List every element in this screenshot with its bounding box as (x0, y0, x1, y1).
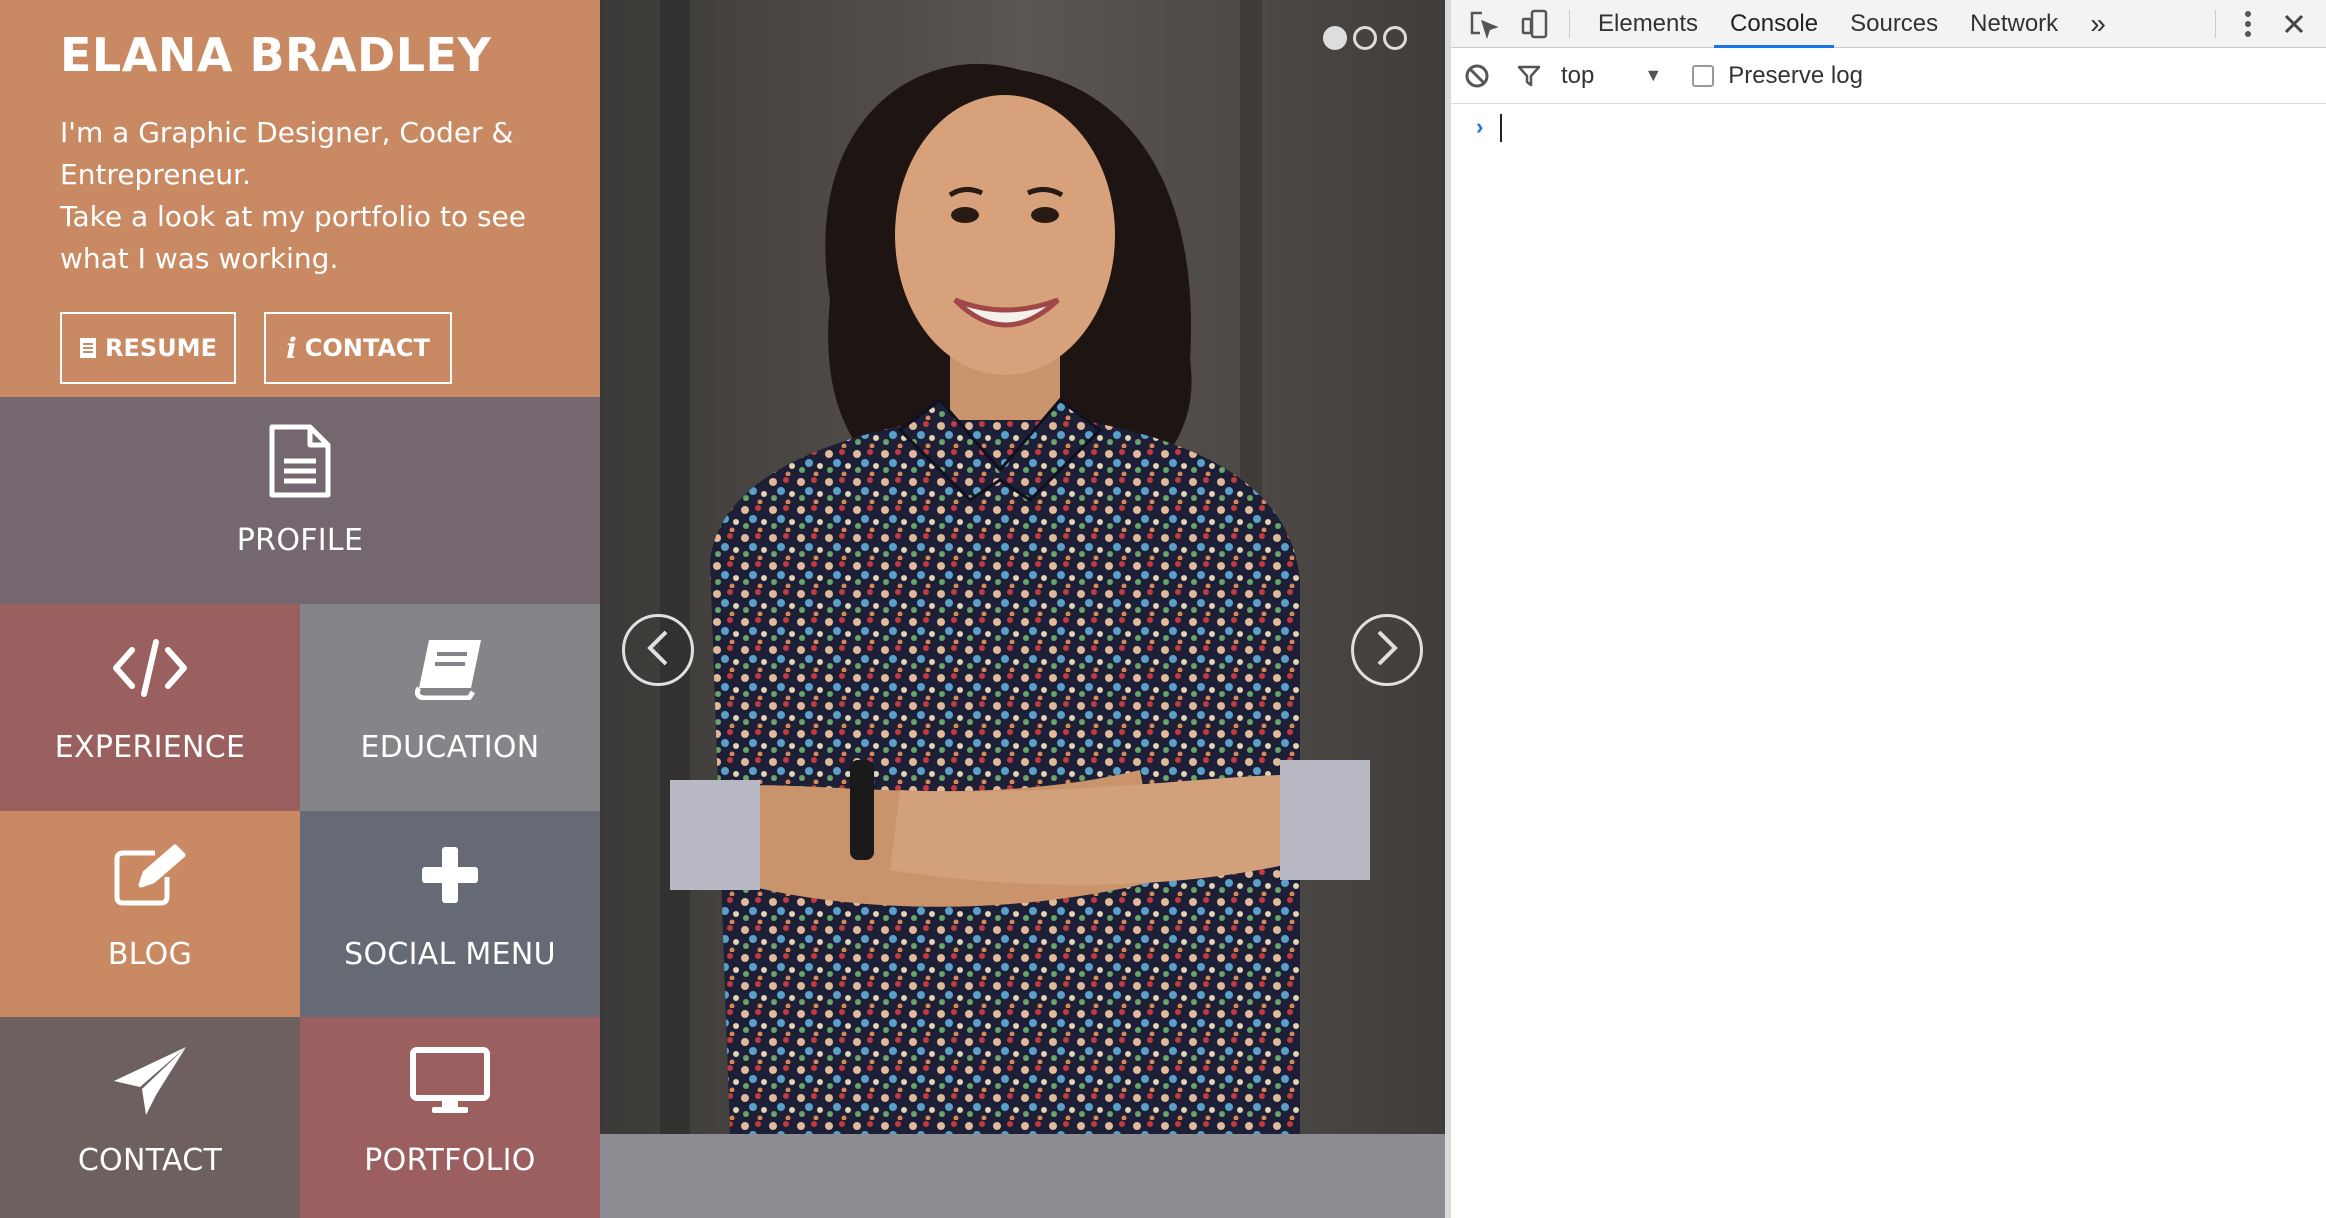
monitor-icon (410, 1039, 490, 1123)
tab-network[interactable]: Network (1954, 0, 2074, 48)
slider-next-button[interactable] (1351, 614, 1423, 686)
kebab-menu-icon[interactable] (2228, 0, 2268, 48)
context-selector[interactable]: top ▼ (1561, 62, 1662, 90)
more-tabs-button[interactable]: » (2074, 0, 2122, 48)
tab-console[interactable]: Console (1714, 0, 1835, 48)
filter-icon[interactable] (1503, 52, 1555, 100)
profile-intro: I'm a Graphic Designer, Coder & Entrepre… (60, 112, 580, 280)
intro-line-2: Take a look at my portfolio to see what … (60, 200, 526, 275)
plus-icon (420, 833, 480, 917)
prompt-chevron-icon: › (1473, 115, 1487, 141)
preserve-log-checkbox[interactable] (1692, 64, 1715, 87)
intro-line-1: I'm a Graphic Designer, Coder & Entrepre… (60, 116, 514, 191)
tile-label-social-menu: SOCIAL MENU (344, 937, 556, 972)
tile-social[interactable]: SOCIAL MENU (300, 811, 600, 1017)
devtools-panel: Elements Console Sources Network » top ▼… (1445, 0, 2326, 1218)
context-value: top (1561, 61, 1595, 89)
tile-label-profile: PROFILE (236, 523, 364, 558)
tile-education[interactable]: EDUCATION (300, 604, 600, 811)
tabbar-separator (1569, 9, 1570, 38)
edit-icon (113, 833, 187, 917)
clear-console-icon[interactable] (1451, 52, 1503, 100)
device-toolbar-icon[interactable] (1509, 0, 1561, 48)
tile-label-portfolio: PORTFOLIO (364, 1143, 536, 1178)
document-icon (79, 337, 97, 359)
slider-prev-button[interactable] (622, 614, 694, 686)
inspect-element-icon[interactable] (1457, 0, 1509, 48)
tile-blog[interactable]: BLOG (0, 811, 300, 1017)
slider-dots (1323, 26, 1407, 50)
contact-button-label: CONTACT (304, 334, 430, 362)
profile-header: ELANA BRADLEY I'm a Graphic Designer, Co… (0, 0, 600, 397)
resume-button[interactable]: RESUME (60, 312, 236, 384)
slider-dot-3[interactable] (1383, 26, 1407, 50)
console-prompt-input[interactable]: › (1451, 104, 2326, 152)
profile-name: ELANA BRADLEY (60, 28, 492, 82)
preserve-log-label: Preserve log (1728, 61, 1863, 89)
resume-button-label: RESUME (105, 334, 217, 362)
tab-sources[interactable]: Sources (1834, 0, 1954, 48)
slider-dot-2[interactable] (1353, 26, 1377, 50)
tile-label-contact: CONTACT (77, 1143, 223, 1178)
tile-experience[interactable]: EXPERIENCE (0, 604, 300, 811)
info-icon: i (286, 331, 297, 365)
tile-label-experience: EXPERIENCE (54, 730, 246, 765)
console-toolbar: top ▼ Preserve log (1451, 48, 2326, 104)
code-icon (112, 626, 188, 710)
devtools-tabbar: Elements Console Sources Network » (1451, 0, 2326, 48)
chevron-left-icon (644, 628, 672, 672)
tile-contact[interactable]: CONTACT (0, 1017, 300, 1218)
chevron-right-icon (1373, 628, 1401, 672)
contact-button[interactable]: i CONTACT (264, 312, 452, 384)
paper-plane-icon (112, 1039, 188, 1123)
file-text-icon (268, 419, 332, 503)
photo-slider (600, 0, 1445, 1134)
dropdown-caret-icon: ▼ (1644, 65, 1663, 85)
tile-label-blog: BLOG (107, 937, 193, 972)
tile-portfolio[interactable]: PORTFOLIO (300, 1017, 600, 1218)
slider-footer-bar (600, 1134, 1445, 1218)
close-icon[interactable] (2268, 0, 2320, 48)
tile-label-education: EDUCATION (360, 730, 540, 765)
text-cursor (1500, 114, 1503, 142)
tile-profile[interactable]: PROFILE (0, 397, 600, 604)
tabbar-separator-right (2215, 9, 2216, 38)
tab-elements[interactable]: Elements (1582, 0, 1714, 48)
slider-dot-1[interactable] (1323, 26, 1347, 50)
book-icon (415, 626, 485, 710)
preserve-log-toggle[interactable]: Preserve log (1692, 62, 1863, 90)
portrait-photo (600, 0, 1445, 1134)
